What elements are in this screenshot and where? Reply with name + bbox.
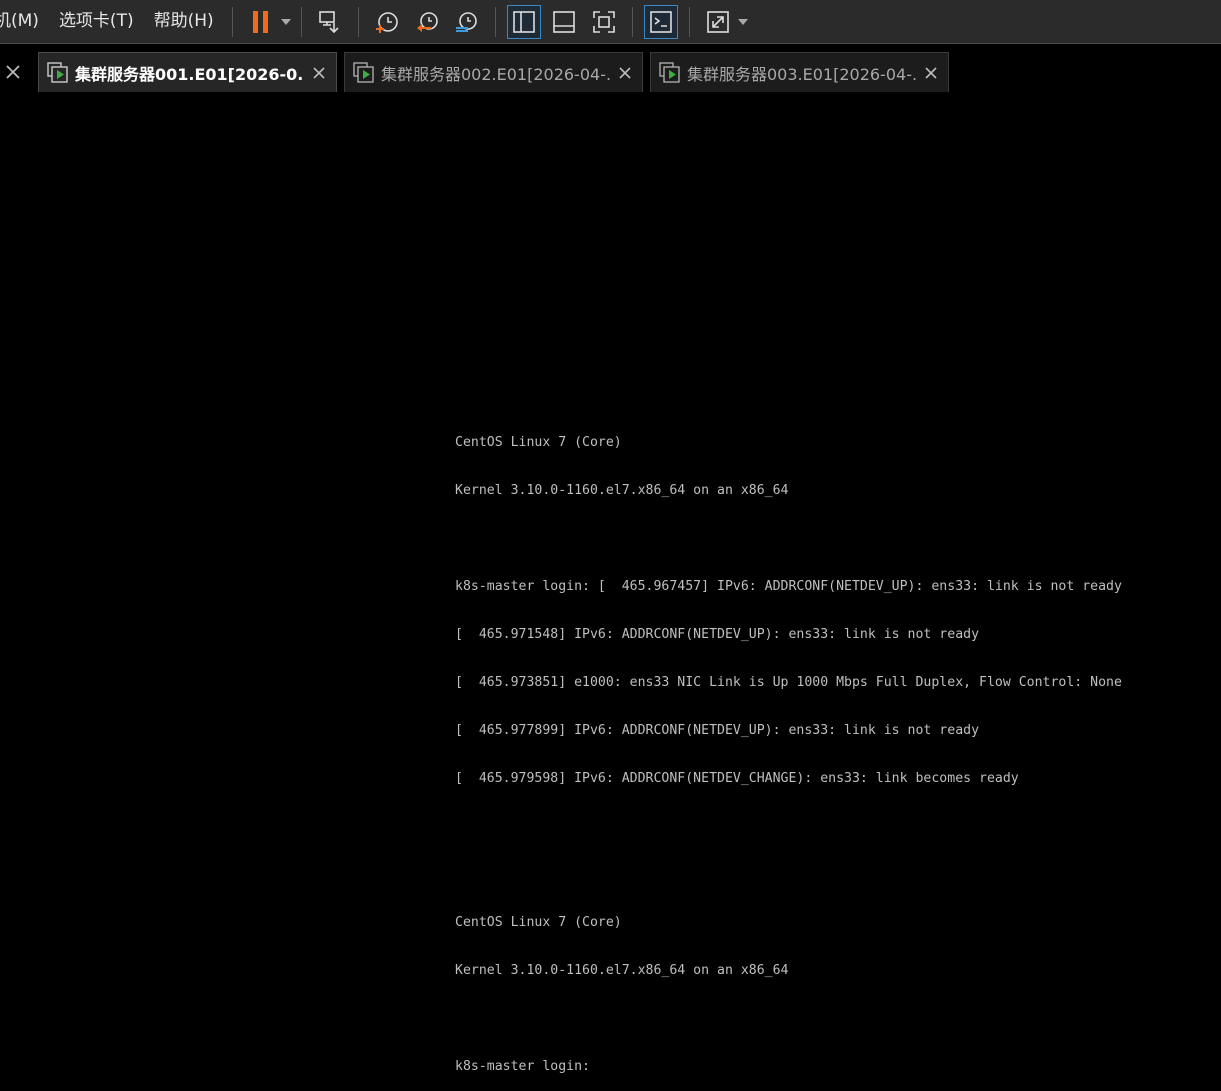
stretch-button[interactable] xyxy=(701,5,735,39)
vm-running-icon xyxy=(47,61,68,83)
close-tab-button[interactable] xyxy=(616,64,634,82)
console-view-button[interactable] xyxy=(643,4,678,39)
power-dropdown-button[interactable] xyxy=(279,18,293,26)
snapshot-manager-icon xyxy=(455,11,477,32)
tab-title: 集群服务器001.E01[2026-0... xyxy=(75,64,304,84)
menu-vm[interactable]: 机(M) xyxy=(0,0,49,43)
vm-console-output[interactable]: CentOS Linux 7 (Core) Kernel 3.10.0-1160… xyxy=(455,403,1215,1091)
tab-title: 集群服务器002.E01[2026-04-... xyxy=(381,64,610,84)
view-sidebar-icon xyxy=(512,10,535,33)
fullscreen-fit-icon xyxy=(592,10,615,33)
vm-tab-bar: 集群服务器001.E01[2026-0... 集群服务器002.E01[2026… xyxy=(0,44,1221,92)
console-line: [ 465.977899] IPv6: ADDRCONF(NETDEV_UP):… xyxy=(455,723,980,738)
send-ctrl-alt-del-button[interactable] xyxy=(313,5,347,39)
stretch-dropdown-button[interactable] xyxy=(736,18,750,26)
send-ctrl-alt-del-icon xyxy=(318,10,339,33)
console-line: [ 465.973851] e1000: ens33 NIC Link is U… xyxy=(455,675,1122,690)
stretch-icon xyxy=(706,10,729,33)
view-library-button[interactable] xyxy=(506,4,541,39)
menu-toolbar-bar: 机(M) 选项卡(T) 帮助(H) xyxy=(0,0,1221,44)
console-line: CentOS Linux 7 (Core) xyxy=(455,915,622,930)
fullscreen-button[interactable] xyxy=(587,5,621,39)
close-icon xyxy=(925,66,937,79)
console-line: Kernel 3.10.0-1160.el7.x86_64 on an x86_… xyxy=(455,963,789,978)
menu-help[interactable]: 帮助(H) xyxy=(144,0,224,43)
take-snapshot-button[interactable] xyxy=(370,5,404,39)
snapshot-manager-button[interactable] xyxy=(450,5,484,39)
console-line: CentOS Linux 7 (Core) xyxy=(455,435,622,450)
dropdown-icon xyxy=(737,18,748,25)
toolbar-divider xyxy=(631,6,633,37)
console-login-prompt[interactable]: k8s-master login: xyxy=(455,1059,1215,1075)
menu-tabs[interactable]: 选项卡(T) xyxy=(49,0,144,43)
vm-running-icon xyxy=(353,61,374,83)
toolbar-divider xyxy=(357,6,359,37)
toolbar-divider xyxy=(494,6,496,37)
tab-server-002[interactable]: 集群服务器002.E01[2026-04-... xyxy=(344,52,643,92)
close-tab-button[interactable] xyxy=(922,64,940,82)
console-icon xyxy=(649,10,672,33)
pause-button[interactable] xyxy=(244,5,278,39)
snapshot-take-icon xyxy=(375,11,398,33)
tab-server-003[interactable]: 集群服务器003.E01[2026-04-... xyxy=(650,52,949,92)
toolbar-divider xyxy=(231,6,233,37)
vm-running-icon xyxy=(659,61,680,83)
toolbar-divider xyxy=(300,6,302,37)
dropdown-icon xyxy=(280,18,291,25)
close-tab-button[interactable] xyxy=(4,63,22,81)
snapshot-revert-icon xyxy=(416,11,438,32)
tab-title: 集群服务器003.E01[2026-04-... xyxy=(687,64,916,84)
console-line: k8s-master login: [ 465.967457] IPv6: AD… xyxy=(455,579,1122,594)
close-tab-button[interactable] xyxy=(310,64,328,82)
toolbar-divider xyxy=(688,6,690,37)
close-icon xyxy=(6,65,20,79)
close-icon xyxy=(619,66,631,79)
close-icon xyxy=(313,66,325,79)
view-thumbnail-button[interactable] xyxy=(547,5,581,39)
tab-server-001[interactable]: 集群服务器001.E01[2026-0... xyxy=(38,52,337,92)
console-line: Kernel 3.10.0-1160.el7.x86_64 on an x86_… xyxy=(455,483,789,498)
pause-icon xyxy=(252,10,268,33)
revert-snapshot-button[interactable] xyxy=(410,5,444,39)
console-line: [ 465.971548] IPv6: ADDRCONF(NETDEV_UP):… xyxy=(455,627,980,642)
console-line: [ 465.979598] IPv6: ADDRCONF(NETDEV_CHAN… xyxy=(455,771,1019,786)
view-thumbnail-icon xyxy=(552,10,575,33)
